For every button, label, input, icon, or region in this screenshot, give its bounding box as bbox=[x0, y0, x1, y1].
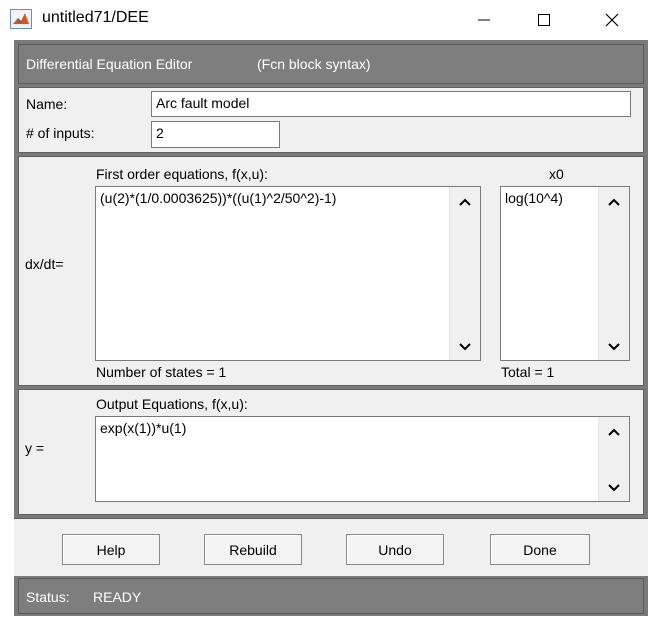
dxdt-label: dx/dt= bbox=[25, 256, 64, 272]
done-button[interactable]: Done bbox=[490, 534, 590, 565]
close-icon bbox=[605, 13, 619, 27]
total-states: Total = 1 bbox=[501, 364, 555, 380]
editor-title: Differential Equation Editor bbox=[26, 56, 193, 72]
editor-subtitle: (Fcn block syntax) bbox=[257, 56, 371, 72]
output-equations-scrollbar[interactable] bbox=[598, 417, 629, 501]
status-value: READY bbox=[93, 589, 142, 605]
chevron-up-icon[interactable] bbox=[458, 197, 472, 207]
chevron-up-icon[interactable] bbox=[607, 197, 621, 207]
chevron-up-icon[interactable] bbox=[607, 427, 621, 437]
chevron-down-icon[interactable] bbox=[458, 342, 472, 352]
undo-button[interactable]: Undo bbox=[346, 534, 444, 565]
status-bar: Status: READY bbox=[18, 578, 644, 614]
rebuild-button[interactable]: Rebuild bbox=[204, 534, 302, 565]
state-equations-textarea[interactable]: (u(2)*(1/0.0003625))*((u(1)^2/50^2)-1) bbox=[95, 186, 481, 361]
x0-scrollbar[interactable] bbox=[598, 187, 629, 360]
x0-textarea[interactable]: log(10^4) bbox=[500, 186, 630, 361]
inputs-label: # of inputs: bbox=[26, 125, 95, 141]
name-field[interactable]: Arc fault model bbox=[151, 91, 631, 117]
help-button[interactable]: Help bbox=[62, 534, 160, 565]
equations-label: First order equations, f(x,u): bbox=[96, 166, 268, 182]
minimize-icon bbox=[478, 19, 490, 21]
y-label: y = bbox=[25, 440, 45, 456]
chevron-down-icon[interactable] bbox=[607, 342, 621, 352]
title-bar[interactable]: untitled71/DEE bbox=[0, 0, 654, 40]
maximize-icon bbox=[538, 14, 550, 26]
output-equations-text: exp(x(1))*u(1) bbox=[100, 420, 187, 436]
inputs-field[interactable]: 2 bbox=[151, 121, 280, 148]
minimize-button[interactable] bbox=[454, 0, 514, 40]
editor-header: Differential Equation Editor (Fcn block … bbox=[18, 44, 644, 84]
window-title: untitled71/DEE bbox=[42, 9, 149, 26]
x0-text: log(10^4) bbox=[505, 190, 563, 206]
output-equations-label: Output Equations, f(x,u): bbox=[96, 396, 248, 412]
matlab-icon bbox=[10, 9, 32, 29]
number-of-states: Number of states = 1 bbox=[96, 364, 227, 380]
state-equations-text: (u(2)*(1/0.0003625))*((u(1)^2/50^2)-1) bbox=[100, 190, 337, 206]
state-equations-scrollbar[interactable] bbox=[449, 187, 480, 360]
status-label: Status: bbox=[26, 589, 70, 605]
x0-label: x0 bbox=[549, 166, 564, 182]
name-label: Name: bbox=[26, 96, 68, 112]
chevron-down-icon[interactable] bbox=[607, 483, 621, 493]
close-button[interactable] bbox=[580, 0, 644, 40]
maximize-button[interactable] bbox=[514, 0, 574, 40]
output-equations-textarea[interactable]: exp(x(1))*u(1) bbox=[95, 416, 630, 502]
